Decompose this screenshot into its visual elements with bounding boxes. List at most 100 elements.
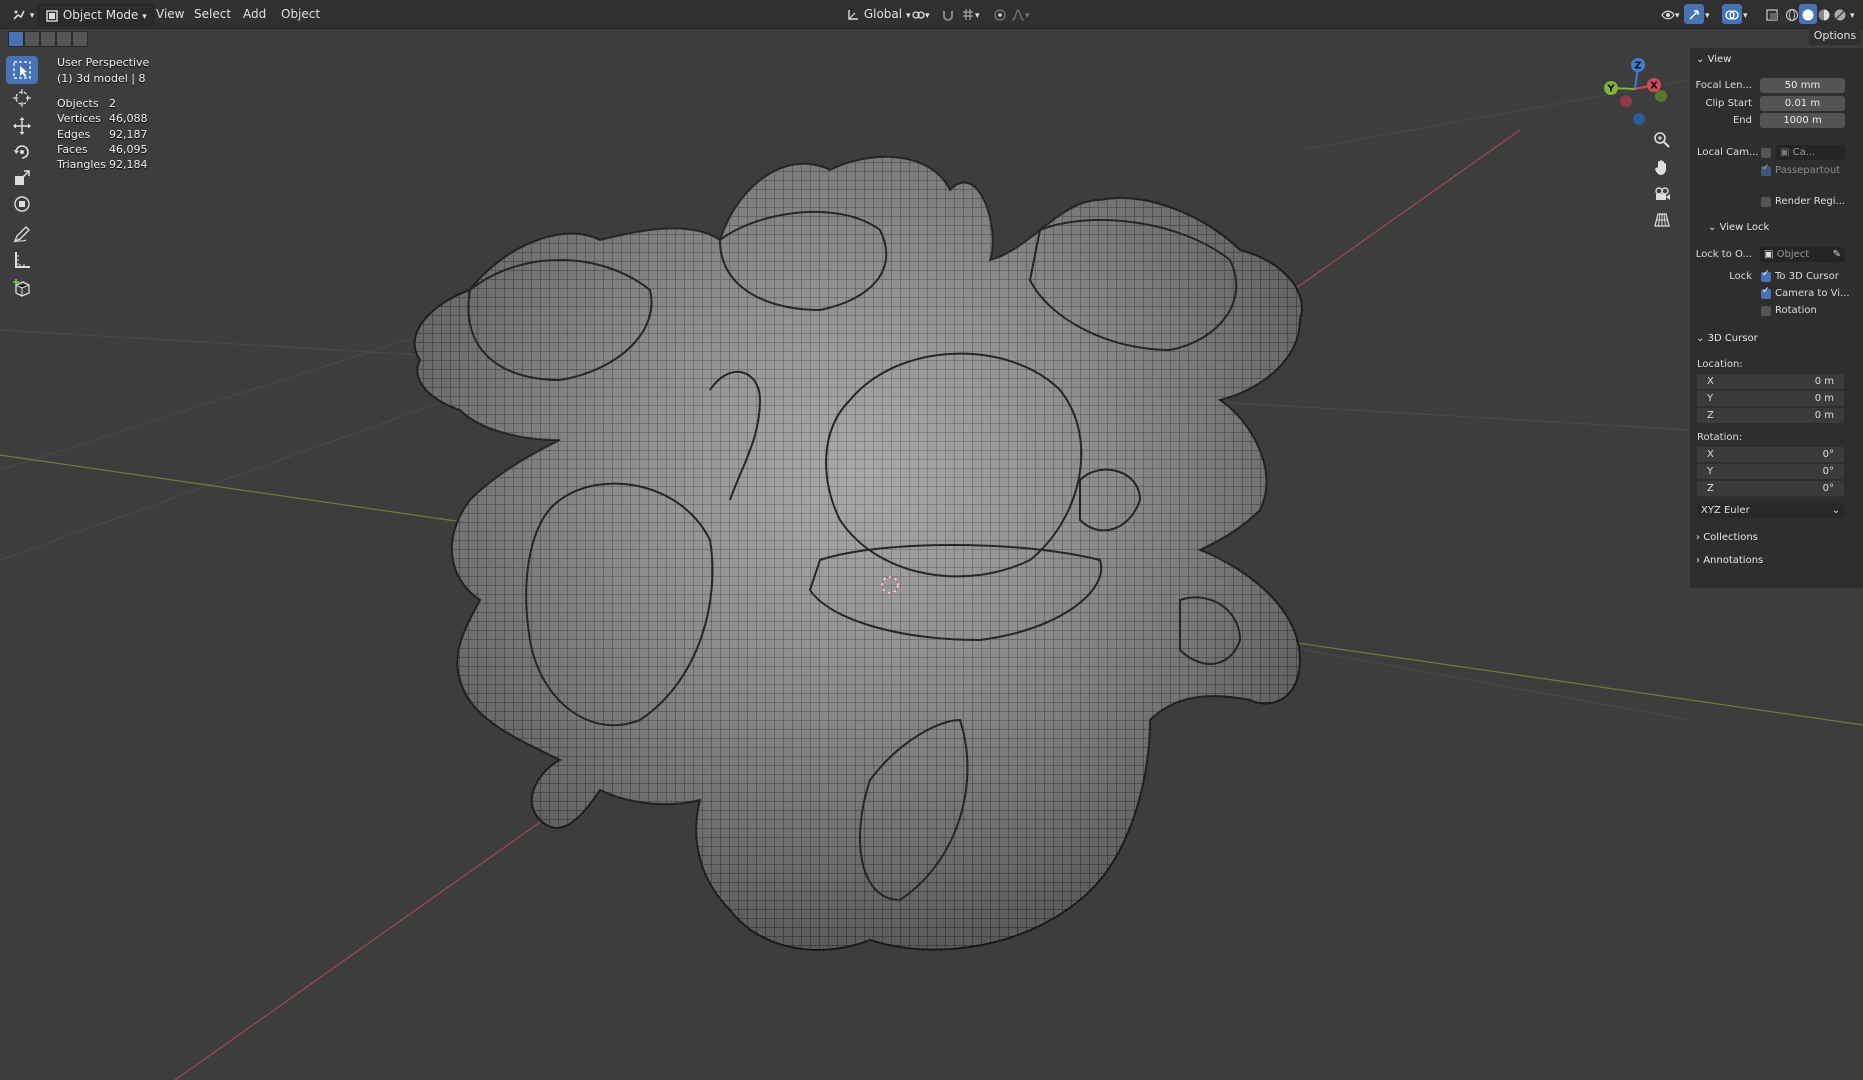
overlays-toggle[interactable] bbox=[1722, 4, 1742, 24]
gizmo-neg-z-icon[interactable] bbox=[1633, 113, 1645, 125]
mesh-model[interactable] bbox=[413, 155, 1303, 951]
axis-x-label: X bbox=[1707, 449, 1714, 460]
local-camera-field[interactable]: ▣ Ca... bbox=[1776, 145, 1845, 160]
local-camera-checkbox[interactable] bbox=[1761, 148, 1771, 158]
cursor-section-title: 3D Cursor bbox=[1707, 333, 1758, 344]
render-region-checkbox[interactable] bbox=[1761, 197, 1771, 207]
xray-toggle[interactable] bbox=[1762, 4, 1782, 24]
render-region-label: Render Regi... bbox=[1775, 196, 1846, 207]
camera-view-button[interactable] bbox=[1650, 182, 1674, 206]
cursor-location-z-field[interactable]: Z 0 m bbox=[1697, 408, 1844, 423]
perspective-toggle-button[interactable] bbox=[1650, 208, 1674, 232]
clip-end-field[interactable]: 1000 m bbox=[1760, 113, 1845, 128]
lock-rotation-checkbox[interactable] bbox=[1761, 306, 1771, 316]
axis-z-label: Z bbox=[1707, 410, 1714, 421]
chevron-down-icon: ⌄ bbox=[1708, 222, 1717, 233]
lock-to-object-field[interactable]: ▣ Object ✎ bbox=[1760, 247, 1845, 262]
select-box-tool[interactable] bbox=[6, 56, 38, 84]
stat-value-faces: 46,095 bbox=[109, 143, 148, 156]
navigation-gizmo[interactable]: Z X Y bbox=[1595, 55, 1675, 130]
annotate-tool[interactable] bbox=[6, 220, 38, 248]
clip-start-label: Clip Start bbox=[1705, 98, 1753, 109]
zoom-button[interactable] bbox=[1650, 128, 1674, 152]
gizmo-neg-y-icon[interactable] bbox=[1655, 90, 1667, 102]
transform-icon bbox=[14, 196, 30, 212]
annotations-title: Annotations bbox=[1703, 555, 1764, 566]
passepartout-checkbox[interactable] bbox=[1761, 163, 1771, 176]
snap-grid-icon bbox=[963, 8, 973, 20]
visibility-dropdown[interactable]: ▾ bbox=[1655, 4, 1686, 24]
axis-z-label: Z bbox=[1707, 483, 1714, 494]
select-mode-extend[interactable] bbox=[24, 31, 40, 47]
view-section-title: View bbox=[1707, 54, 1732, 65]
menu-object[interactable]: Object bbox=[275, 4, 326, 24]
cursor-location-y-field[interactable]: Y 0 m bbox=[1697, 391, 1844, 406]
rotate-icon bbox=[14, 145, 29, 159]
mode-dropdown[interactable]: Object Mode ▾ bbox=[38, 4, 154, 26]
falloff-dropdown[interactable]: ▾ bbox=[1005, 4, 1036, 24]
lock-to-cursor-checkbox[interactable] bbox=[1761, 269, 1771, 282]
rotation-mode-dropdown[interactable]: XYZ Euler ⌄ bbox=[1697, 503, 1844, 518]
overlays-dropdown[interactable]: ▾ bbox=[1741, 4, 1750, 24]
camera-to-view-checkbox[interactable] bbox=[1761, 286, 1771, 299]
hand-icon bbox=[1655, 160, 1666, 175]
cursor-rotation-label: Rotation: bbox=[1697, 432, 1743, 443]
lock-to-object-label: Lock to O... bbox=[1695, 249, 1752, 260]
viewport-canvas[interactable] bbox=[0, 0, 1863, 1080]
snap-target-dropdown[interactable]: ▾ bbox=[955, 4, 986, 24]
axis-y-label: Y bbox=[1707, 393, 1714, 404]
collections-section-header[interactable]: › Collections bbox=[1696, 532, 1758, 543]
cursor-rotation-z-field[interactable]: Z 0° bbox=[1697, 481, 1844, 496]
viewport-header: ▾ Object Mode ▾ View Select Add Object G… bbox=[0, 0, 1863, 29]
pan-button[interactable] bbox=[1650, 155, 1674, 179]
annotations-section-header[interactable]: › Annotations bbox=[1696, 555, 1763, 566]
menu-view[interactable]: View bbox=[150, 4, 190, 24]
object-small-icon: ▣ bbox=[1764, 249, 1777, 260]
cursor-icon bbox=[13, 89, 31, 107]
select-mode-intersect[interactable] bbox=[72, 31, 88, 47]
editor-type-button[interactable]: ▾ bbox=[6, 4, 40, 24]
pivot-point-dropdown[interactable]: ▾ bbox=[905, 4, 936, 24]
scale-tool[interactable] bbox=[6, 164, 38, 192]
collections-title: Collections bbox=[1703, 532, 1758, 543]
gizmo-neg-x-icon[interactable] bbox=[1620, 95, 1632, 107]
cursor-section-header[interactable]: ⌄ 3D Cursor bbox=[1696, 333, 1758, 344]
select-mode-difference[interactable] bbox=[56, 31, 72, 47]
gizmo-toggle[interactable] bbox=[1684, 4, 1704, 24]
view-name: User Perspective bbox=[57, 56, 150, 69]
gizmo-z-label: Z bbox=[1634, 61, 1641, 72]
menu-add[interactable]: Add bbox=[237, 4, 272, 24]
chevron-down-icon: ⌄ bbox=[1696, 333, 1705, 344]
gizmo-dropdown[interactable]: ▾ bbox=[1703, 4, 1712, 24]
stat-label-objects: Objects bbox=[57, 97, 99, 110]
menu-select[interactable]: Select bbox=[188, 4, 237, 24]
passepartout-label: Passepartout bbox=[1775, 165, 1841, 176]
measure-tool[interactable] bbox=[6, 246, 38, 274]
select-mode-new[interactable] bbox=[8, 31, 24, 47]
view-lock-title: View Lock bbox=[1719, 222, 1770, 233]
shading-rendered-button[interactable] bbox=[1831, 4, 1849, 24]
clip-start-field[interactable]: 0.01 m bbox=[1760, 96, 1845, 111]
cursor-rotation-z-value: 0° bbox=[1822, 483, 1834, 494]
view-section-header[interactable]: ⌄ View bbox=[1696, 54, 1731, 65]
cursor-rotation-y-field[interactable]: Y 0° bbox=[1697, 464, 1844, 479]
view-lock-section-header[interactable]: ⌄ View Lock bbox=[1708, 222, 1769, 233]
cursor-tool[interactable] bbox=[6, 84, 38, 112]
local-camera-label: Local Cam... bbox=[1697, 147, 1759, 158]
grid-perspective-icon bbox=[1654, 213, 1670, 227]
options-button[interactable]: Options bbox=[1809, 27, 1861, 45]
cursor-rotation-y-value: 0° bbox=[1822, 466, 1834, 477]
camera-small-icon: ▣ bbox=[1780, 147, 1793, 158]
transform-tool[interactable] bbox=[6, 190, 38, 218]
rotate-tool[interactable] bbox=[6, 138, 38, 166]
chevron-right-icon: › bbox=[1696, 555, 1700, 566]
focal-length-field[interactable]: 50 mm bbox=[1760, 78, 1845, 93]
move-tool[interactable] bbox=[6, 112, 38, 140]
select-mode-subtract[interactable] bbox=[40, 31, 56, 47]
rendered-shading-icon bbox=[1834, 9, 1846, 20]
shading-options-dropdown[interactable]: ▾ bbox=[1848, 4, 1857, 24]
add-cube-tool[interactable] bbox=[6, 274, 38, 302]
editor-type-icon bbox=[13, 10, 25, 20]
cursor-location-x-field[interactable]: X 0 m bbox=[1697, 374, 1844, 389]
cursor-rotation-x-field[interactable]: X 0° bbox=[1697, 447, 1844, 462]
